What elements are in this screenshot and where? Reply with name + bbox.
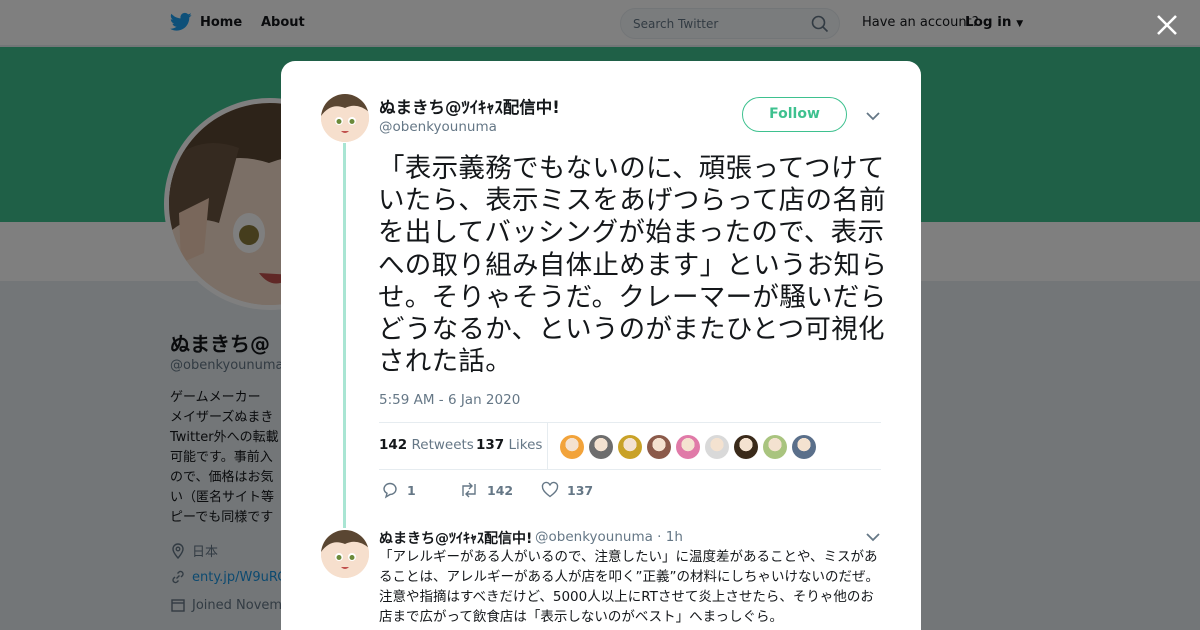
- follow-button[interactable]: Follow: [742, 97, 847, 132]
- tweet-stats: 142 Retweets 137 Likes: [379, 422, 881, 470]
- liker-avatar[interactable]: [763, 435, 787, 459]
- reply-text: 「アレルギーがある人がいるので、注意したい」に温度差があることや、ミスがあること…: [379, 549, 879, 625]
- liker-avatar[interactable]: [647, 435, 671, 459]
- chevron-down-icon[interactable]: [866, 532, 880, 542]
- reply-author-avatar[interactable]: [321, 530, 369, 578]
- reply-author-name[interactable]: ぬまきち@ﾂｲｷｬｽ配信中!: [379, 528, 532, 548]
- like-stat[interactable]: 137 Likes: [476, 437, 542, 453]
- like-count: 137: [476, 437, 505, 453]
- avatar-illustration: [321, 530, 369, 578]
- retweet-count: 142: [379, 437, 408, 453]
- like-action[interactable]: 137: [541, 481, 593, 499]
- like-label: Likes: [508, 437, 543, 453]
- reply-action[interactable]: 1: [381, 481, 416, 499]
- thread-line: [343, 143, 346, 528]
- reply-icon: [383, 482, 397, 499]
- tweet-timestamp[interactable]: 5:59 AM - 6 Jan 2020: [379, 392, 520, 408]
- liker-avatar[interactable]: [705, 435, 729, 459]
- retweet-label: Retweets: [411, 437, 474, 453]
- tweet-author-handle[interactable]: @obenkyounuma: [379, 119, 497, 135]
- close-icon[interactable]: [1154, 12, 1180, 38]
- liker-avatar[interactable]: [676, 435, 700, 459]
- reply-author-handle[interactable]: @obenkyounuma · 1h: [535, 529, 683, 545]
- retweet-action[interactable]: 142: [459, 481, 513, 499]
- stats-divider: [547, 423, 548, 469]
- retweet-action-count: 142: [487, 482, 514, 498]
- liker-avatar[interactable]: [589, 435, 613, 459]
- tweet-author-name[interactable]: ぬまきち@ﾂｲｷｬｽ配信中!: [379, 94, 560, 118]
- liker-avatar[interactable]: [734, 435, 758, 459]
- tweet-modal: ぬまきち@ﾂｲｷｬｽ配信中! @obenkyounuma Follow 「表示義…: [281, 61, 921, 630]
- heart-icon: [541, 481, 559, 498]
- liker-avatar[interactable]: [792, 435, 816, 459]
- tweet-author-avatar[interactable]: [321, 94, 369, 142]
- chevron-down-icon[interactable]: [866, 111, 880, 121]
- avatar-illustration: [321, 94, 369, 142]
- retweet-icon: [462, 482, 476, 498]
- tweet-text: 「表示義務でもないのに、頑張ってつけていたら、表示ミスをあげつらって店の名前を出…: [378, 153, 888, 378]
- liker-avatars: [560, 435, 816, 459]
- retweet-stat[interactable]: 142 Retweets: [379, 437, 474, 453]
- reply-count: 1: [407, 482, 416, 498]
- like-action-count: 137: [567, 482, 594, 498]
- liker-avatar[interactable]: [560, 435, 584, 459]
- liker-avatar[interactable]: [618, 435, 642, 459]
